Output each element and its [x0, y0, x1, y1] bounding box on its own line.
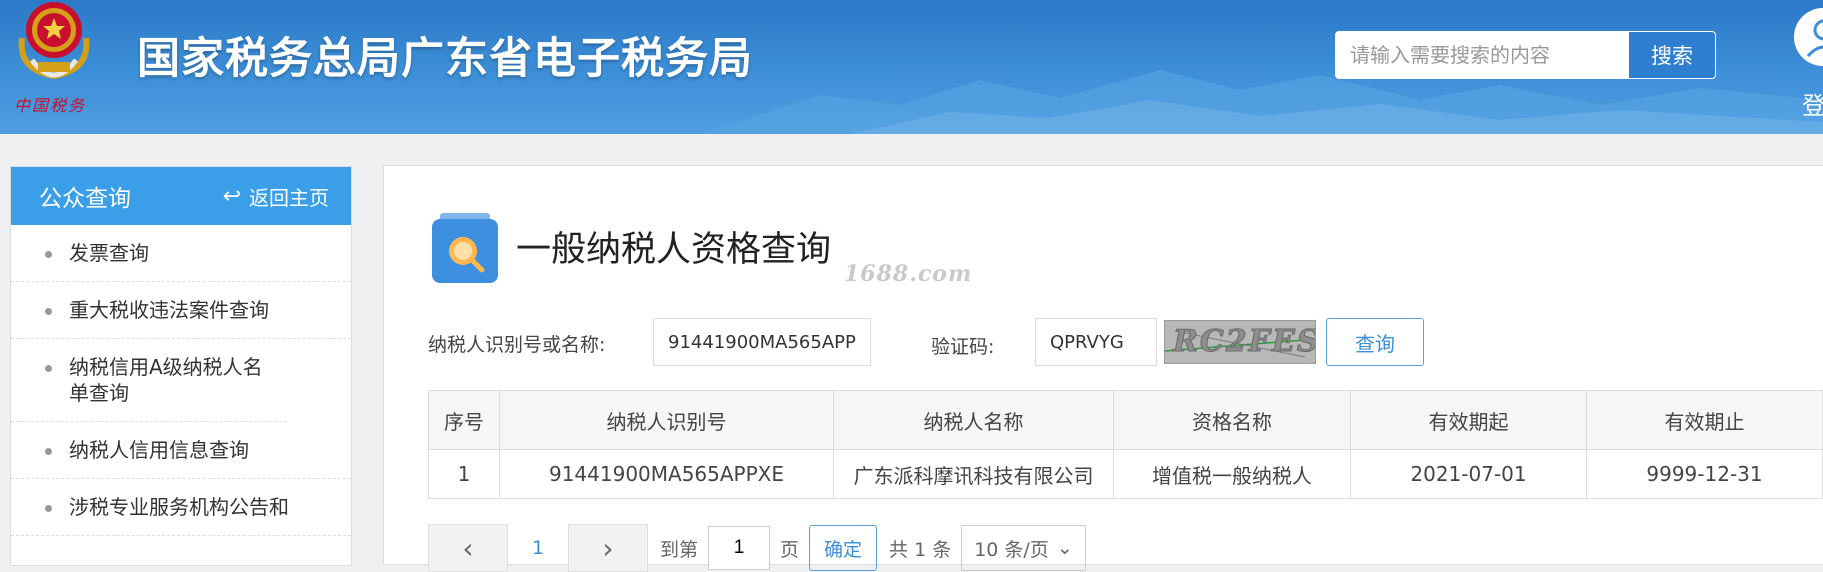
cell-qualification: 增值税一般纳税人	[1113, 449, 1351, 499]
captcha-text: RC2FES	[1173, 324, 1316, 360]
page-title: 一般纳税人资格查询	[516, 230, 832, 270]
back-home-link[interactable]: ↩ 返回主页	[223, 182, 329, 211]
site-title: 国家税务总局广东省电子税务局	[137, 34, 753, 84]
tax-id-label: 纳税人识别号或名称:	[428, 333, 606, 356]
cell-index: 1	[428, 449, 500, 499]
login-area[interactable]: 登	[1790, 8, 1823, 121]
user-icon[interactable]	[1794, 8, 1823, 66]
captcha-image[interactable]: RC2FES	[1164, 320, 1316, 364]
col-header-valid-to: 有效期止	[1586, 390, 1823, 450]
page-unit-label: 页	[780, 538, 800, 561]
page-number[interactable]: 1	[508, 537, 568, 559]
emblem-caption: 中国税务	[14, 96, 87, 115]
next-page-button[interactable]: ›	[568, 524, 648, 572]
sidebar-title: 公众查询	[39, 186, 131, 212]
goto-page-input[interactable]	[708, 526, 771, 570]
back-home-label[interactable]: 返回主页	[249, 182, 329, 211]
cell-taxpayer-name: 广东派科摩讯科技有限公司	[833, 449, 1114, 499]
prev-page-button[interactable]: ‹	[428, 524, 508, 572]
captcha-label: 验证码:	[931, 336, 995, 358]
goto-label: 到第	[660, 538, 699, 561]
main-panel: 一般纳税人资格查询 1688.com 纳税人识别号或名称: 验证码: RC2FE…	[383, 165, 1823, 572]
page-size-select[interactable]: 10 条/页 ⌄	[961, 525, 1086, 571]
chevron-left-icon: ‹	[462, 531, 474, 565]
cell-valid-from: 2021-07-01	[1350, 449, 1587, 499]
search-document-icon	[432, 213, 498, 283]
reply-arrow-icon: ↩	[222, 183, 241, 209]
search-button[interactable]: 搜索	[1628, 31, 1716, 79]
col-header-valid-from: 有效期起	[1350, 390, 1587, 450]
col-header-tax-id: 纳税人识别号	[499, 390, 834, 450]
tax-id-input[interactable]	[653, 318, 871, 366]
total-count: 共 1 条	[889, 538, 952, 561]
search-box	[1335, 31, 1628, 79]
login-label[interactable]: 登	[1802, 86, 1823, 121]
page-size-value: 10 条/页	[974, 538, 1049, 561]
sidebar-item-a-level-taxpayers[interactable]: 纳税信用A级纳税人名单查询	[11, 339, 287, 422]
chevron-right-icon: ›	[602, 531, 614, 565]
watermark: 1688.com	[844, 261, 973, 287]
sidebar: 公众查询 ↩ 返回主页 发票查询 重大税收违法案件查询 纳税信用A级纳税人名单查…	[10, 166, 352, 566]
sidebar-header: 公众查询 ↩ 返回主页	[11, 167, 351, 225]
site-header: 中国税务 国家税务总局广东省电子税务局 搜索 登	[0, 0, 1823, 134]
query-button[interactable]: 查询	[1326, 318, 1424, 366]
col-header-taxpayer-name: 纳税人名称	[833, 390, 1114, 450]
sidebar-item-credit-info-query[interactable]: 纳税人信用信息查询	[11, 422, 351, 479]
col-header-qualification: 资格名称	[1113, 390, 1351, 450]
cell-tax-id: 91441900MA565APPXE	[499, 449, 834, 499]
sidebar-item-invoice-query[interactable]: 发票查询	[11, 225, 351, 282]
sidebar-item-tax-service-agencies[interactable]: 涉税专业服务机构公告和	[11, 479, 351, 536]
sidebar-item-tax-violation-query[interactable]: 重大税收违法案件查询	[11, 282, 351, 339]
cell-valid-to: 9999-12-31	[1586, 449, 1823, 499]
table-header-row: 序号 纳税人识别号 纳税人名称 资格名称 有效期起 有效期止	[428, 390, 1823, 450]
col-header-index: 序号	[428, 390, 500, 450]
result-table: 序号 纳税人识别号 纳税人名称 资格名称 有效期起 有效期止 1 9144190…	[428, 390, 1823, 499]
pagination: ‹ 1 › 到第 页 确定 共 1 条 10 条/页 ⌄	[428, 524, 1086, 572]
table-row: 1 91441900MA565APPXE 广东派科摩讯科技有限公司 增值税一般纳…	[428, 449, 1823, 499]
chevron-down-icon: ⌄	[1056, 537, 1073, 559]
search-input[interactable]	[1336, 32, 1627, 78]
goto-confirm-button[interactable]: 确定	[809, 525, 878, 571]
tax-id-label-row: 纳税人识别号或名称:	[428, 318, 605, 368]
captcha-input[interactable]	[1035, 318, 1157, 366]
